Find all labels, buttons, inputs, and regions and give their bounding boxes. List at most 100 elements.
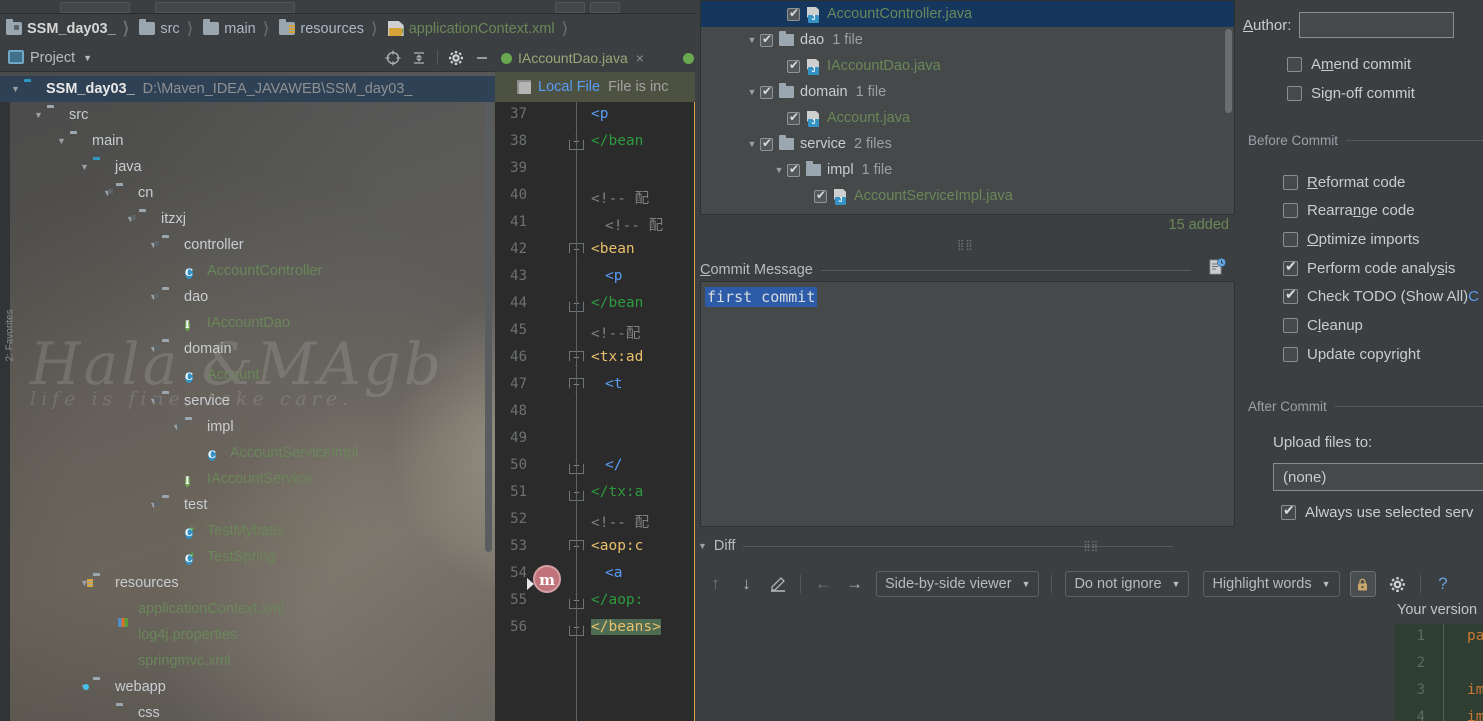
signoff-commit-checkbox[interactable]: Sign-off commit: [1287, 79, 1415, 107]
editor-line[interactable]: 50−</: [495, 453, 700, 480]
before-commit-item-cleanup[interactable]: Cleanup: [1283, 312, 1363, 340]
checkbox-icon[interactable]: [787, 162, 800, 177]
project-tree-item-testspring[interactable]: C TestSpring: [0, 544, 495, 570]
chevron-down-icon[interactable]: ▼: [746, 139, 758, 149]
project-tree-item-cn[interactable]: ▼cn: [0, 180, 495, 206]
editor-line[interactable]: 39: [495, 156, 700, 183]
help-icon[interactable]: ?: [1428, 571, 1459, 597]
commit-file-row[interactable]: ▼ service 2 files: [701, 131, 1234, 157]
breadcrumb-item-main[interactable]: main ⟩: [197, 14, 273, 44]
highlight-mode-combo[interactable]: Highlight words ▼: [1203, 571, 1340, 597]
editor-line[interactable]: 37 <p: [495, 102, 700, 129]
before-commit-item-check-todo-show-all-[interactable]: Check TODO (Show All) C: [1283, 283, 1479, 311]
editor-marker-badge[interactable]: m: [533, 565, 561, 593]
project-tree-item-impl[interactable]: ▼impl: [0, 414, 495, 440]
project-tree-item-controller[interactable]: ▼controller: [0, 232, 495, 258]
arrow-down-icon[interactable]: ↓: [731, 571, 762, 597]
editor-line[interactable]: 40 <!-- 配: [495, 183, 700, 210]
chevron-down-icon[interactable]: ▼: [746, 35, 758, 45]
project-tree[interactable]: ▼ SSM_day03_ D:\Maven_IDEA_JAVAWEB\SSM_day…: [0, 76, 495, 721]
gear-icon[interactable]: [443, 47, 469, 69]
project-tree-item-java[interactable]: ▼ java: [0, 154, 495, 180]
checkbox-icon[interactable]: [760, 32, 773, 47]
project-tree-item-applicationcontext-xml[interactable]: applicationContext.xml: [0, 596, 495, 622]
gear-icon[interactable]: [1382, 571, 1413, 597]
commit-message-input[interactable]: first commit: [700, 281, 1235, 527]
chevron-down-icon[interactable]: ▼: [746, 87, 758, 97]
editor-line[interactable]: 48: [495, 399, 700, 426]
project-tree-item-service[interactable]: ▼service: [0, 388, 495, 414]
editor-line[interactable]: 41 <!-- 配: [495, 210, 700, 237]
commit-file-row[interactable]: AccountServiceImpl.java: [701, 183, 1234, 209]
project-tree-item-log4j-properties[interactable]: log4j.properties: [0, 622, 495, 648]
splitter-grip[interactable]: ⣿⣿: [957, 240, 974, 251]
history-icon[interactable]: [1208, 258, 1226, 276]
before-commit-item-optimize-imports[interactable]: Optimize imports: [1283, 225, 1420, 253]
project-tree-item-account[interactable]: C Account: [0, 362, 495, 388]
checkbox-icon[interactable]: [760, 136, 773, 151]
editor-line[interactable]: 49: [495, 426, 700, 453]
editor-line[interactable]: 47−<t: [495, 372, 700, 399]
toolbar-chunk[interactable]: [155, 2, 295, 13]
toolbar-chunk[interactable]: [60, 2, 130, 13]
project-tree-item-domain[interactable]: ▼domain: [0, 336, 495, 362]
toolbar-chunk[interactable]: [555, 2, 585, 13]
editor-line[interactable]: 53−<aop:c: [495, 534, 700, 561]
splitter-grip[interactable]: ⣿⣿: [1083, 541, 1098, 552]
editor-line[interactable]: 45 <!--配: [495, 318, 700, 345]
project-tree-item-css[interactable]: css: [0, 700, 495, 721]
editor-tab-iaccountdao[interactable]: IAccountDao.java ×: [495, 44, 650, 72]
arrow-up-icon[interactable]: ↑: [700, 571, 731, 597]
project-tree-item-main[interactable]: ▼ main: [0, 128, 495, 154]
check-todo-link[interactable]: C: [1468, 288, 1479, 305]
chevron-down-icon[interactable]: ▼: [56, 136, 67, 146]
editor-line[interactable]: 46−<tx:ad: [495, 345, 700, 372]
ignore-mode-combo[interactable]: Do not ignore ▼: [1065, 571, 1190, 597]
project-tree-item-itzxj[interactable]: ▼itzxj: [0, 206, 495, 232]
close-icon[interactable]: ×: [636, 50, 644, 66]
project-tree-item-accountcontroller[interactable]: C AccountController: [0, 258, 495, 284]
upload-server-select[interactable]: (none): [1273, 463, 1483, 491]
project-tree-item-iaccountdao[interactable]: I IAccountDao: [0, 310, 495, 336]
checkbox-icon[interactable]: [787, 110, 800, 125]
breadcrumb-item-module[interactable]: SSM_day03_ ⟩: [0, 14, 133, 44]
project-tree-item-src[interactable]: ▼ src: [0, 102, 495, 128]
pencil-icon[interactable]: [762, 571, 793, 597]
chevron-down-icon[interactable]: ▼: [773, 165, 785, 175]
lock-icon[interactable]: [1349, 571, 1376, 597]
project-tree-item-resources[interactable]: ▼ resources: [0, 570, 495, 596]
project-tree-item-iaccountservice[interactable]: I IAccountService: [0, 466, 495, 492]
checkbox-icon[interactable]: [814, 188, 827, 203]
author-field[interactable]: [1299, 12, 1455, 38]
always-use-selected-checkbox[interactable]: Always use selected serv: [1281, 498, 1473, 526]
commit-file-row[interactable]: ▼ impl 1 file: [701, 157, 1234, 183]
project-tree-item-ssm-day03-[interactable]: ▼ SSM_day03_ D:\Maven_IDEA_JAVAWEB\SSM_day…: [0, 76, 495, 102]
project-tree-item-dao[interactable]: ▼dao: [0, 284, 495, 310]
collapse-all-icon[interactable]: [406, 47, 432, 69]
arrow-right-icon[interactable]: →: [839, 571, 870, 597]
commit-file-row[interactable]: ▼ domain 1 file: [701, 79, 1234, 105]
commit-file-row[interactable]: Account.java: [701, 105, 1234, 131]
editor-line[interactable]: 55−</aop:: [495, 588, 700, 615]
viewer-mode-combo[interactable]: Side-by-side viewer ▼: [876, 571, 1040, 597]
commit-file-row[interactable]: ▼ dao 1 file: [701, 27, 1234, 53]
breadcrumb-item-resources[interactable]: resources ⟩: [273, 14, 381, 44]
editor-code-area[interactable]: 37<p38−</bean3940<!-- 配41<!-- 配42−<bean4…: [495, 102, 700, 721]
editor-line[interactable]: 42−<bean: [495, 237, 700, 264]
chevron-down-icon[interactable]: ▼: [83, 53, 92, 63]
chevron-down-icon[interactable]: ▼: [698, 541, 707, 551]
locate-icon[interactable]: [380, 47, 406, 69]
editor-line[interactable]: 44−</bean: [495, 291, 700, 318]
project-tree-item-accountserviceimpl[interactable]: C AccountServiceImpl: [0, 440, 495, 466]
editor-line[interactable]: 43 <p: [495, 264, 700, 291]
diff-content-pane[interactable]: 1 package cn. itzxj. controller; 2 3 import …: [1395, 624, 1483, 721]
editor-line[interactable]: 51−</tx:a: [495, 480, 700, 507]
project-tree-item-testmybatis[interactable]: C TestMybatis: [0, 518, 495, 544]
commit-file-row[interactable]: IAccountDao.java: [701, 53, 1234, 79]
project-tree-item-webapp[interactable]: ▼webapp: [0, 674, 495, 700]
chevron-down-icon[interactable]: ▼: [79, 162, 90, 172]
chevron-down-icon[interactable]: ▼: [33, 110, 44, 120]
breadcrumb-item-src[interactable]: src ⟩: [133, 14, 197, 44]
before-commit-item-rearrange-code[interactable]: Rearrange code: [1283, 197, 1415, 225]
editor-line[interactable]: 52 <!-- 配: [495, 507, 700, 534]
